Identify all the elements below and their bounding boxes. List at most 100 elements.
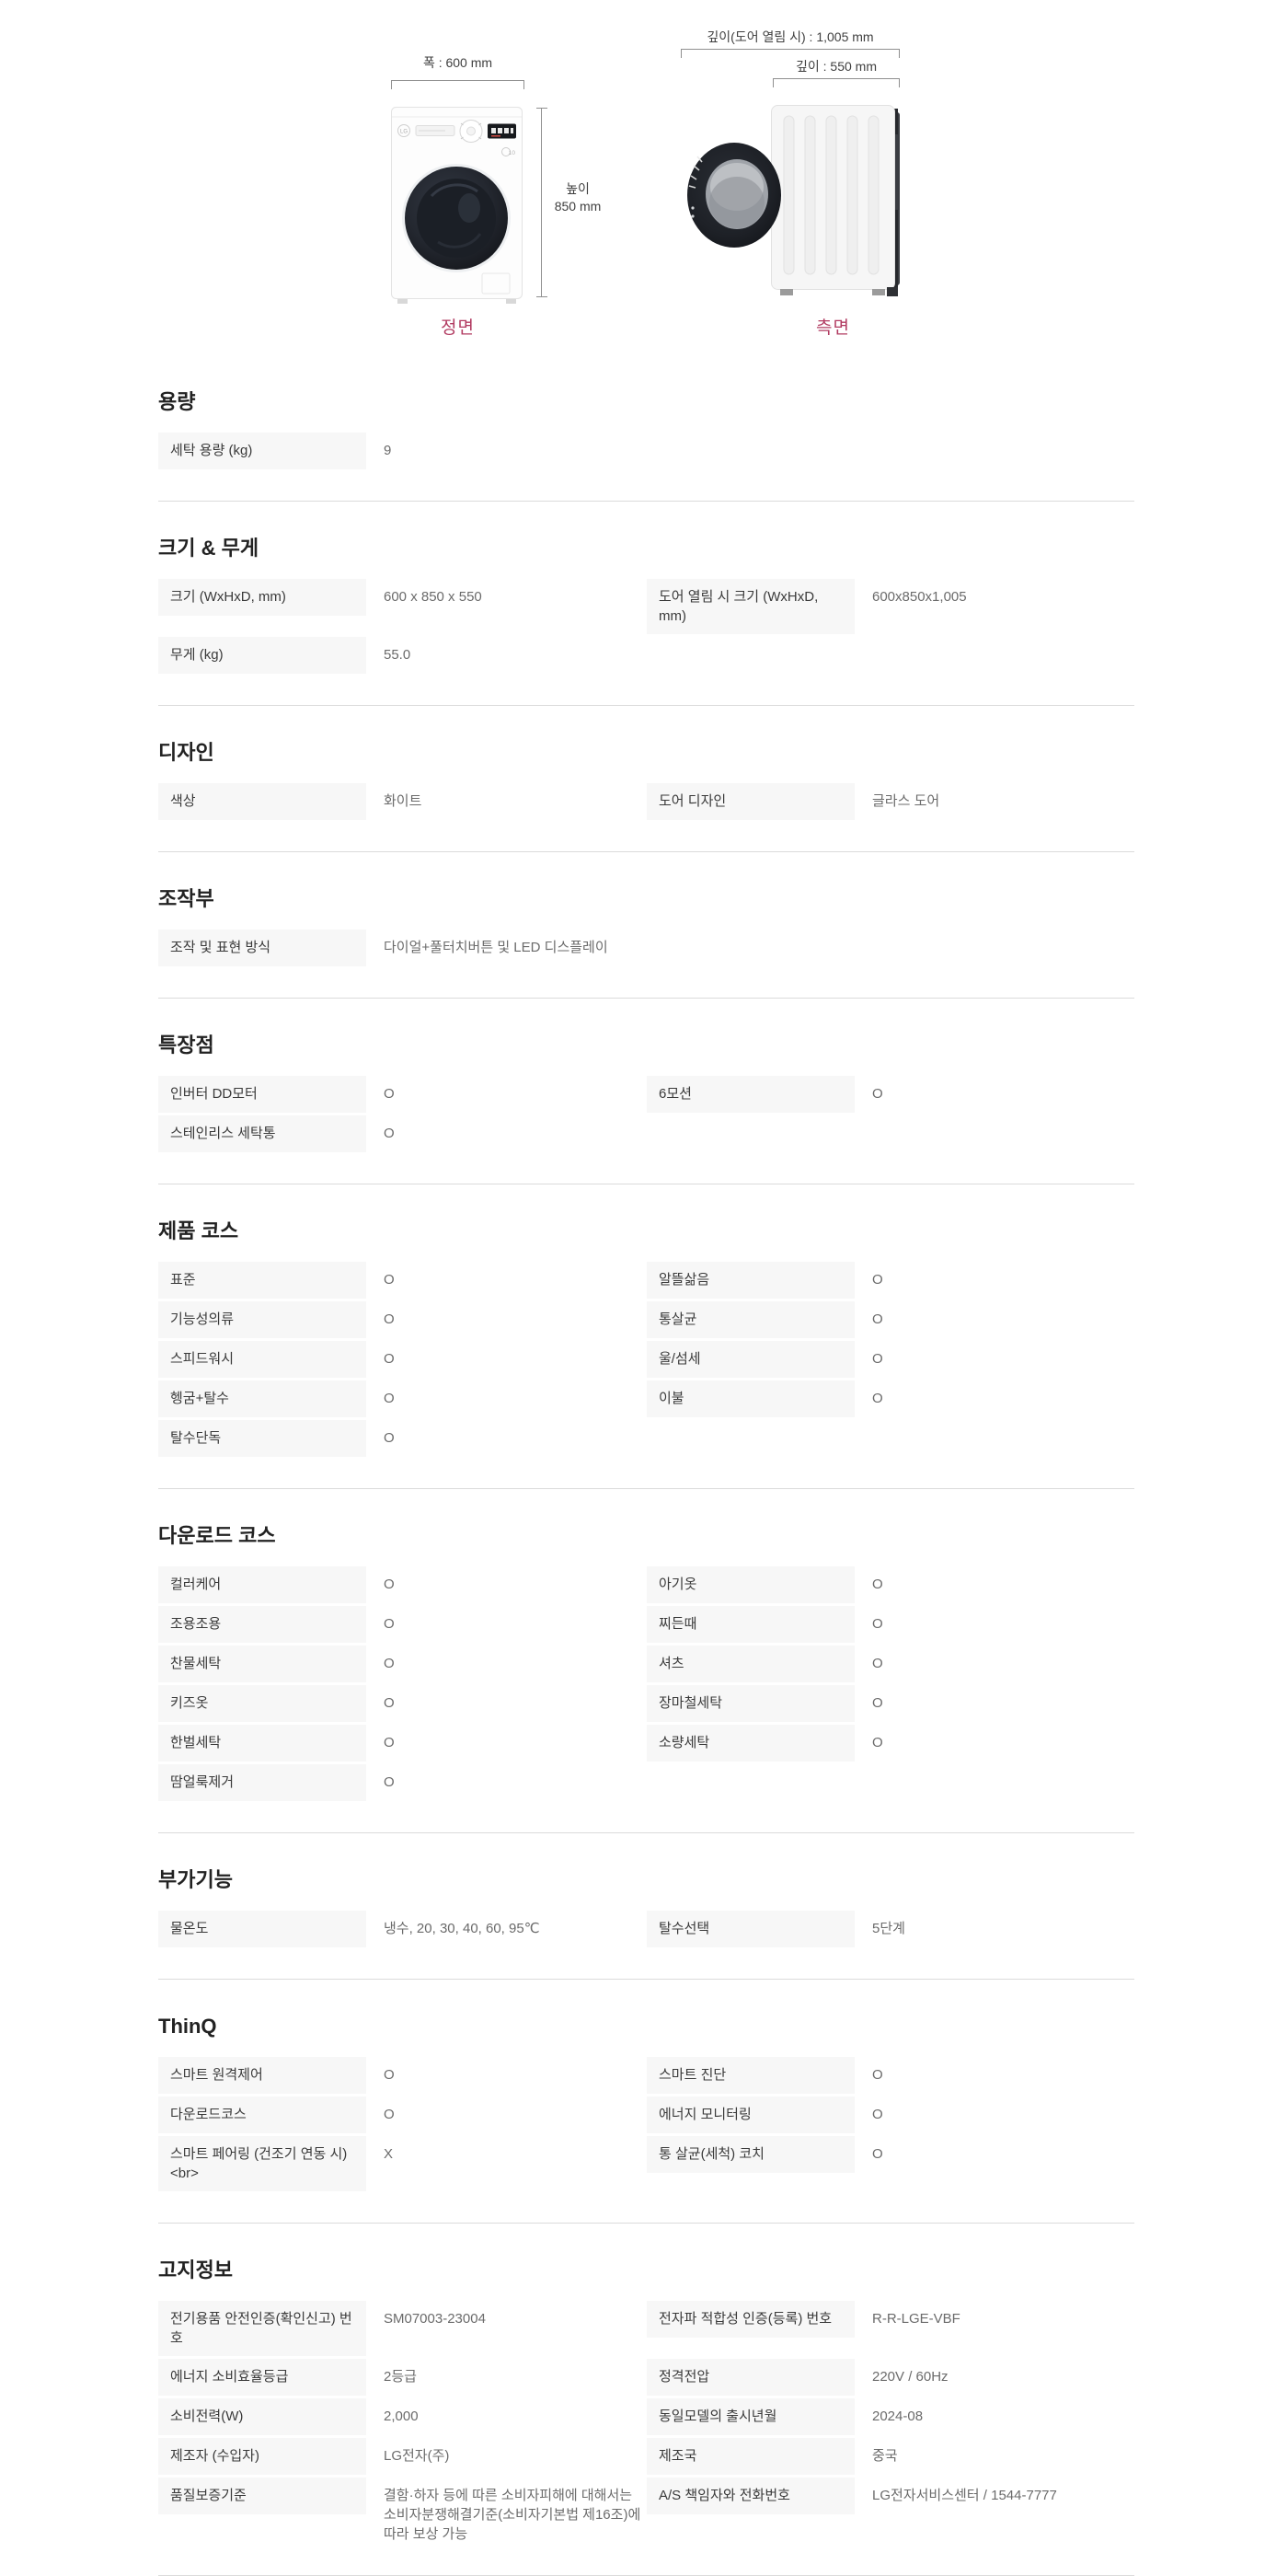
spec-value: 냉수, 20, 30, 40, 60, 95℃ <box>366 1911 646 1938</box>
product-dimension-hero: 폭 : 600 mm LG 10 <box>0 0 1288 366</box>
spec-value: O <box>855 2136 1134 2164</box>
spec-row: 제조국 중국 <box>647 2438 1134 2475</box>
spec-section: 특장점 인버터 DD모터 O 6모션 O 스테인리스 세탁통 O <box>158 999 1134 1184</box>
spec-label: A/S 책임자와 전화번호 <box>647 2478 855 2514</box>
spec-label: 탈수선택 <box>647 1911 855 1947</box>
spec-row: 소비전력(W) 2,000 <box>158 2398 646 2435</box>
spec-value: O <box>366 2057 646 2085</box>
front-view-caption: 정면 <box>391 314 524 339</box>
spec-value: O <box>366 1341 646 1369</box>
spec-row: 전기용품 안전인증(확인신고) 번호 SM07003-23004 <box>158 2301 646 2356</box>
spec-label: 제조국 <box>647 2438 855 2475</box>
spec-label: 6모션 <box>647 1076 855 1113</box>
spec-value: 2,000 <box>366 2398 646 2426</box>
spec-section: 부가기능 물온도 냉수, 20, 30, 40, 60, 95℃ 탈수선택 5단… <box>158 1833 1134 1980</box>
side-depth-dimension-line <box>773 78 900 79</box>
section-title: 제품 코스 <box>158 1219 1134 1243</box>
section-title: 용량 <box>158 390 1134 414</box>
section-title: 다운로드 코스 <box>158 1524 1134 1548</box>
spec-value: O <box>366 1420 646 1448</box>
spec-row: 도어 열림 시 크기 (WxHxD, mm) 600x850x1,005 <box>647 579 1134 634</box>
spec-label: 정격전압 <box>647 2359 855 2396</box>
spec-row: 전자파 적합성 인증(등록) 번호 R-R-LGE-VBF <box>647 2301 1134 2338</box>
spec-label: 제조자 (수입자) <box>158 2438 366 2475</box>
spec-row: 표준 O <box>158 1262 646 1299</box>
spec-value: O <box>855 1076 1134 1103</box>
spec-label: 품질보증기준 <box>158 2478 366 2514</box>
spec-label: 조용조용 <box>158 1606 366 1643</box>
spec-label: 소비전력(W) <box>158 2398 366 2435</box>
spec-row: 컬러케어 O <box>158 1566 646 1603</box>
spec-value: 2024-08 <box>855 2398 1134 2426</box>
spec-label: 통 살균(세척) 코치 <box>647 2136 855 2173</box>
spec-row: 스마트 진단 O <box>647 2057 1134 2094</box>
spec-value: O <box>855 1685 1134 1713</box>
spec-label: 전기용품 안전인증(확인신고) 번호 <box>158 2301 366 2356</box>
front-height-dimension-line <box>541 108 542 297</box>
front-height-dimension-label: 높이 850 mm <box>550 180 605 215</box>
spec-label: 땀얼룩제거 <box>158 1764 366 1801</box>
section-title: 조작부 <box>158 887 1134 911</box>
spec-label: 에너지 모니터링 <box>647 2097 855 2133</box>
spec-section: 고지정보 전기용품 안전인증(확인신고) 번호 SM07003-23004 전자… <box>158 2224 1134 2576</box>
spec-value: 화이트 <box>366 783 646 811</box>
spec-value: O <box>366 1685 646 1713</box>
section-rows: 컬러케어 O 아기옷 O 조용조용 O 찌든때 O 찬물세탁 O 셔츠 O 키즈… <box>158 1566 1134 1801</box>
spec-row: 아기옷 O <box>647 1566 1134 1603</box>
spec-label: 이불 <box>647 1380 855 1417</box>
spec-row: 조용조용 O <box>158 1606 646 1643</box>
spec-row: 기능성의류 O <box>158 1301 646 1338</box>
spec-row: 다운로드코스 O <box>158 2097 646 2133</box>
spec-row: 한벌세탁 O <box>158 1725 646 1762</box>
spec-label: 도어 디자인 <box>647 783 855 820</box>
washer-side-image <box>677 99 903 304</box>
section-title: ThinQ <box>158 2015 1134 2039</box>
spec-value: O <box>855 1566 1134 1594</box>
side-depth-open-dimension-label: 깊이(도어 열림 시) : 1,005 mm <box>644 28 937 46</box>
spec-value: O <box>855 1262 1134 1289</box>
spec-label: 스마트 진단 <box>647 2057 855 2094</box>
spec-row: A/S 책임자와 전화번호 LG전자서비스센터 / 1544-7777 <box>647 2478 1134 2514</box>
spec-value: O <box>855 1380 1134 1408</box>
section-rows: 크기 (WxHxD, mm) 600 x 850 x 550 도어 열림 시 크… <box>158 579 1134 674</box>
spec-label: 스테인리스 세탁통 <box>158 1115 366 1152</box>
spec-row: 통살균 O <box>647 1301 1134 1338</box>
spec-row: 조작 및 표현 방식 다이얼+풀터치버튼 및 LED 디스플레이 <box>158 930 1134 966</box>
front-width-dimension-line <box>391 80 524 81</box>
spec-label: 컬러케어 <box>158 1566 366 1603</box>
spec-row: 동일모델의 출시년월 2024-08 <box>647 2398 1134 2435</box>
spec-section: 디자인 색상 화이트 도어 디자인 글라스 도어 <box>158 706 1134 852</box>
spec-row: 스마트 원격제어 O <box>158 2057 646 2094</box>
spec-row: 소량세탁 O <box>647 1725 1134 1762</box>
spec-row: 통 살균(세척) 코치 O <box>647 2136 1134 2173</box>
spec-value: 600x850x1,005 <box>855 579 1134 606</box>
side-view-caption: 측면 <box>771 314 895 339</box>
spec-label: 찬물세탁 <box>158 1646 366 1682</box>
spec-value: O <box>855 1606 1134 1634</box>
spec-value: LG전자(주) <box>366 2438 646 2466</box>
spec-row: 에너지 소비효율등급 2등급 <box>158 2359 646 2396</box>
section-title: 특장점 <box>158 1034 1134 1057</box>
spec-label: 전자파 적합성 인증(등록) 번호 <box>647 2301 855 2338</box>
spec-row: 무게 (kg) 55.0 <box>158 637 646 674</box>
section-title: 디자인 <box>158 741 1134 765</box>
spec-row: 인버터 DD모터 O <box>158 1076 646 1113</box>
spec-sections: 용량 세탁 용량 (kg) 9 크기 & 무게 크기 (WxHxD, mm) 6… <box>158 366 1134 2576</box>
spec-section: 다운로드 코스 컬러케어 O 아기옷 O 조용조용 O 찌든때 O 찬물세탁 O… <box>158 1489 1134 1833</box>
spec-label: 에너지 소비효율등급 <box>158 2359 366 2396</box>
spec-row: 스테인리스 세탁통 O <box>158 1115 646 1152</box>
spec-label: 소량세탁 <box>647 1725 855 1762</box>
section-rows: 표준 O 알뜰삶음 O 기능성의류 O 통살균 O 스피드워시 O 울/섬세 O… <box>158 1262 1134 1457</box>
spec-label: 조작 및 표현 방식 <box>158 930 366 966</box>
spec-row: 6모션 O <box>647 1076 1134 1113</box>
spec-label: 알뜰삶음 <box>647 1262 855 1299</box>
spec-value: 9 <box>366 433 646 460</box>
spec-row: 품질보증기준 결함·하자 등에 따른 소비자피해에 대해서는 소비자분쟁해결기준… <box>158 2478 646 2544</box>
spec-value: O <box>366 1764 646 1792</box>
section-rows: 세탁 용량 (kg) 9 <box>158 433 1134 469</box>
spec-value: LG전자서비스센터 / 1544-7777 <box>855 2478 1134 2505</box>
spec-value: O <box>366 1725 646 1752</box>
spec-row: 탈수단독 O <box>158 1420 646 1457</box>
spec-label: 물온도 <box>158 1911 366 1947</box>
spec-value: O <box>855 1301 1134 1329</box>
